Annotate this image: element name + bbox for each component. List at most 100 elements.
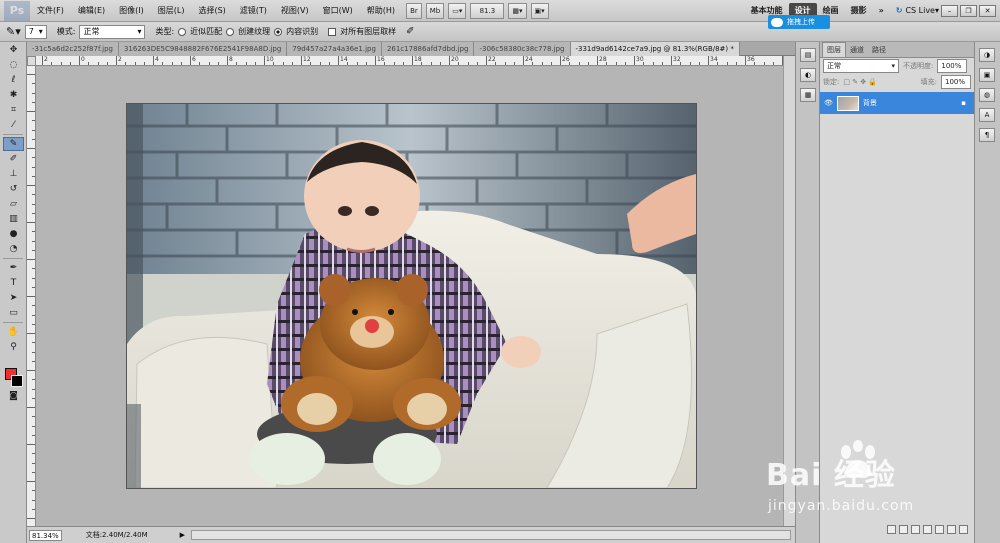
- quick-select-icon[interactable]: ✱: [3, 88, 24, 102]
- restore-button[interactable]: ❐: [960, 4, 977, 17]
- ruler-tick: [153, 56, 154, 65]
- shape-icon[interactable]: ▭: [3, 306, 24, 320]
- minibridge-button[interactable]: Mb: [425, 2, 445, 19]
- eraser-icon[interactable]: ▱: [3, 197, 24, 211]
- horizontal-scrollbar[interactable]: [191, 530, 791, 540]
- pressure-icon[interactable]: ✐: [406, 26, 414, 37]
- healing-brush-icon[interactable]: ✎▾: [6, 25, 21, 38]
- background-color-swatch[interactable]: [11, 375, 23, 387]
- new-layer-icon[interactable]: [947, 525, 956, 534]
- marquee-icon[interactable]: ◌: [3, 58, 24, 72]
- status-zoom-field[interactable]: 81.34%: [29, 529, 62, 541]
- layer-row-background[interactable]: 👁 背景 ▪: [820, 92, 974, 114]
- radio-content-aware[interactable]: [274, 27, 283, 36]
- dodge-icon[interactable]: ◔: [3, 242, 24, 256]
- brush-size-picker[interactable]: 7 ▾: [24, 24, 47, 39]
- layer-mask-icon[interactable]: [911, 525, 920, 534]
- eye-icon[interactable]: 👁: [824, 99, 833, 107]
- workspace-photography[interactable]: 摄影: [845, 0, 873, 22]
- pen-icon[interactable]: ✒: [3, 261, 24, 275]
- menu-select[interactable]: 选择(S): [191, 0, 232, 22]
- ruler-tick: [27, 111, 35, 112]
- close-button[interactable]: ✕: [979, 4, 996, 17]
- eyedropper-icon[interactable]: ⁄: [3, 118, 24, 132]
- doc-tab[interactable]: 261c17886afd7dbd.jpg: [381, 42, 475, 56]
- sample-all-layers-checkbox[interactable]: [328, 27, 337, 36]
- mode-select[interactable]: 正常 ▾: [79, 24, 146, 39]
- zoom-level-button[interactable]: 81.3: [470, 2, 505, 19]
- photoshop-window: Ps 文件(F) 编辑(E) 图像(I) 图层(L) 选择(S) 滤镜(T) 视…: [0, 0, 1000, 543]
- gradient-icon[interactable]: ▥: [3, 212, 24, 226]
- menu-file[interactable]: 文件(F): [30, 0, 71, 22]
- ruler-tick: [264, 56, 265, 65]
- workspace-more[interactable]: »: [873, 0, 890, 22]
- quick-mask-icon[interactable]: ◙: [3, 389, 24, 403]
- opacity-field[interactable]: 100%: [937, 59, 968, 73]
- color-panel-icon[interactable]: ◐: [800, 68, 816, 82]
- menu-help[interactable]: 帮助(H): [360, 0, 402, 22]
- stamp-icon[interactable]: ⊥: [3, 167, 24, 181]
- ruler-label: 14: [340, 56, 348, 63]
- adjustment-layer-icon[interactable]: [923, 525, 932, 534]
- radio-create-texture[interactable]: [226, 27, 235, 36]
- ruler-origin[interactable]: [27, 56, 36, 66]
- masks-icon[interactable]: ◍: [979, 88, 995, 102]
- delete-layer-icon[interactable]: [959, 525, 968, 534]
- ruler-label: 22: [488, 56, 496, 63]
- path-select-icon[interactable]: ➤: [3, 291, 24, 305]
- tab-channels[interactable]: 通道: [846, 43, 868, 57]
- swatches-icon[interactable]: ▦: [800, 88, 816, 102]
- doc-tab[interactable]: -306c58380c38c778.jpg: [474, 42, 571, 56]
- menu-filter[interactable]: 滤镜(T): [233, 0, 274, 22]
- character-icon[interactable]: A: [979, 108, 995, 122]
- blend-mode-select[interactable]: 正常 ▾: [823, 59, 899, 73]
- fill-field[interactable]: 100%: [941, 75, 971, 89]
- link-layers-icon[interactable]: [887, 525, 896, 534]
- lasso-icon[interactable]: ℓ: [3, 73, 24, 87]
- doc-tab[interactable]: 316263DE5C9848882F676E2541F98A8D.jpg: [118, 42, 288, 56]
- histogram-icon[interactable]: ▤: [800, 48, 816, 62]
- cs-live-menu[interactable]: ↻ CS Live▾: [896, 6, 939, 15]
- upload-tooltip[interactable]: 拖拽上传: [768, 15, 830, 29]
- vertical-scrollbar[interactable]: [783, 56, 795, 526]
- ruler-label: 8: [229, 56, 233, 63]
- radio-proximity-match[interactable]: [178, 27, 187, 36]
- hand-icon[interactable]: ✋: [3, 325, 24, 339]
- layers-panel-tabs: 图层 通道 路径: [820, 42, 974, 58]
- menu-image[interactable]: 图像(I): [112, 0, 151, 22]
- brush-icon[interactable]: ✐: [3, 152, 24, 166]
- new-group-icon[interactable]: [935, 525, 944, 534]
- screen-mode-button[interactable]: ▣▾: [530, 2, 549, 19]
- adjustments-icon[interactable]: ◑: [979, 48, 995, 62]
- minimize-button[interactable]: –: [941, 4, 958, 17]
- type-icon[interactable]: T: [3, 276, 24, 290]
- styles-icon[interactable]: ▣: [979, 68, 995, 82]
- menu-edit[interactable]: 编辑(E): [71, 0, 112, 22]
- doc-tab[interactable]: 79d457a27a4a36e1.jpg: [287, 42, 382, 56]
- ruler-tick: [375, 56, 376, 65]
- crop-icon[interactable]: ⌗: [3, 103, 24, 117]
- view-extras-button[interactable]: ▭▾: [448, 2, 467, 19]
- document-image[interactable]: [127, 104, 696, 488]
- paragraph-icon[interactable]: ¶: [979, 128, 995, 142]
- lock-icon[interactable]: □ ✎ ✥ 🔒: [843, 78, 877, 86]
- blur-icon[interactable]: ●: [3, 227, 24, 241]
- menu-window[interactable]: 窗口(W): [316, 0, 360, 22]
- history-brush-icon[interactable]: ↺: [3, 182, 24, 196]
- healing-brush-icon[interactable]: ✎: [3, 137, 24, 151]
- doc-tab-active[interactable]: -331d9ad6142ce7a9.jpg @ 81.3%(RGB/8#) *: [570, 42, 740, 56]
- menu-view[interactable]: 视图(V): [274, 0, 316, 22]
- status-arrow-icon[interactable]: ▶: [180, 531, 185, 539]
- doc-tab[interactable]: -31c5a6d2c252f87f.jpg: [27, 42, 119, 56]
- tab-layers[interactable]: 图层: [822, 42, 846, 57]
- move-icon[interactable]: ✥: [3, 43, 24, 57]
- ruler-tick: [338, 56, 339, 65]
- arrange-docs-button[interactable]: ▦▾: [508, 2, 527, 19]
- tab-paths[interactable]: 路径: [868, 43, 890, 57]
- status-doc-size[interactable]: 文档:2.40M/2.40M: [86, 530, 148, 540]
- layer-name[interactable]: 背景: [863, 98, 877, 108]
- layer-style-icon[interactable]: [899, 525, 908, 534]
- menu-layer[interactable]: 图层(L): [151, 0, 192, 22]
- zoom-icon[interactable]: ⚲: [3, 340, 24, 354]
- bridge-button[interactable]: Br: [406, 2, 422, 19]
